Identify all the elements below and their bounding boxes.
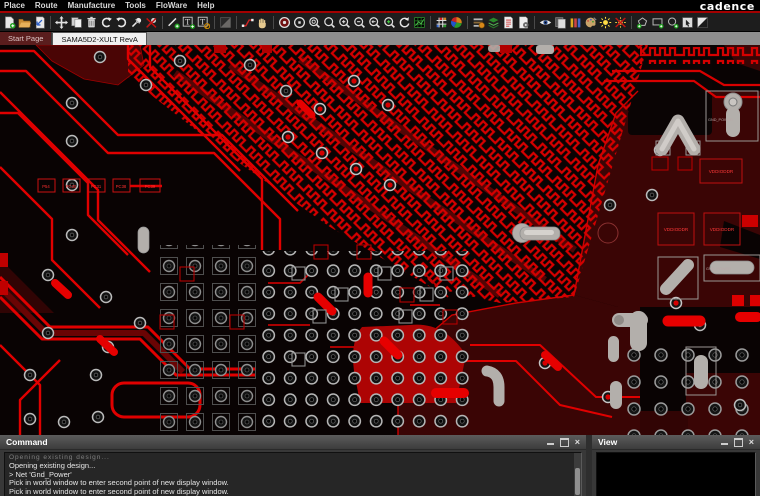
- menu-help[interactable]: Help: [197, 1, 224, 10]
- move-icon[interactable]: [54, 14, 69, 30]
- console-line: Opening existing design...: [9, 462, 577, 470]
- zoom-in-icon[interactable]: [337, 14, 352, 30]
- minimize-icon[interactable]: [721, 443, 728, 445]
- redo-icon[interactable]: [114, 14, 129, 30]
- color-swatch-icon[interactable]: [218, 14, 233, 30]
- save-design-icon[interactable]: [32, 14, 47, 30]
- redraw-icon[interactable]: [397, 14, 412, 30]
- zoom-fit-icon[interactable]: [292, 14, 307, 30]
- cadence-logo: cadence: [700, 0, 755, 13]
- cross-section-icon[interactable]: [471, 14, 486, 30]
- toolbar-separator: [534, 16, 535, 29]
- refdes-label: PC39: [145, 184, 156, 189]
- undo-icon[interactable]: [99, 14, 114, 30]
- color-grid-icon[interactable]: [434, 14, 449, 30]
- view-panel-content[interactable]: [596, 452, 756, 496]
- toolbar-separator: [214, 16, 215, 29]
- pcb-canvas[interactable]: VDDIODDR VDDIODDR VDDIODDR GND_POWER GND…: [0, 45, 760, 435]
- toolbar-separator: [236, 16, 237, 29]
- bottom-dock: Command × Opening existing design... Ope…: [0, 435, 760, 496]
- net-label-vddioddr: VDDIODDR: [664, 227, 689, 232]
- zoom-points-icon[interactable]: [277, 14, 292, 30]
- toolbar-separator: [50, 16, 51, 29]
- zoom-out-icon[interactable]: [352, 14, 367, 30]
- menu-manufacture[interactable]: Manufacture: [68, 1, 126, 10]
- pan-icon[interactable]: [255, 14, 270, 30]
- net-label-gnd-power: GND_POWER: [708, 118, 733, 122]
- edit-text-icon[interactable]: [196, 14, 211, 30]
- color-dialog-icon[interactable]: [449, 14, 464, 30]
- visibility-icon[interactable]: [538, 14, 553, 30]
- main-toolbar: [0, 13, 760, 32]
- scrollbar-thumb[interactable]: [575, 468, 580, 495]
- refdes-label: P54: [42, 184, 50, 189]
- artwork-icon[interactable]: [583, 14, 598, 30]
- toolbar-separator: [162, 16, 163, 29]
- shadow-mode-icon[interactable]: [553, 14, 568, 30]
- close-icon[interactable]: ×: [749, 438, 754, 447]
- highlight-icon[interactable]: [598, 14, 613, 30]
- float-icon[interactable]: [734, 438, 743, 447]
- toolbar-separator: [430, 16, 431, 29]
- refdes-label: PC30: [66, 184, 77, 189]
- color-ruler-icon[interactable]: [568, 14, 583, 30]
- net-label-gnd-power: GND_POWER: [706, 267, 731, 271]
- delete-icon[interactable]: [84, 14, 99, 30]
- toolbar-separator: [273, 16, 274, 29]
- zoom-mag-icon[interactable]: [322, 14, 337, 30]
- design-canvas-container: VDDIODDR VDDIODDR VDDIODDR GND_POWER GND…: [0, 45, 760, 435]
- tab-design[interactable]: SAMA5D2-XULT RevA: [52, 32, 146, 45]
- tab-start-page[interactable]: Start Page: [0, 32, 52, 45]
- select-window-icon[interactable]: [680, 14, 695, 30]
- command-panel: Command × Opening existing design... Ope…: [0, 435, 586, 496]
- unpin-icon[interactable]: [144, 14, 159, 30]
- refdes-label: PC38: [116, 184, 127, 189]
- copy-icon[interactable]: [69, 14, 84, 30]
- command-console[interactable]: Opening existing design... Opening exist…: [4, 452, 582, 496]
- command-panel-titlebar[interactable]: Command ×: [0, 435, 586, 450]
- minimize-icon[interactable]: [547, 443, 554, 445]
- net-label-vddioddr: VDDIODDR: [709, 169, 734, 174]
- console-line: Opening existing design...: [9, 454, 577, 462]
- new-design-icon[interactable]: [2, 14, 17, 30]
- reports-icon[interactable]: [501, 14, 516, 30]
- shape-polygon-icon[interactable]: [635, 14, 650, 30]
- refdes-label: PC31: [91, 184, 102, 189]
- menu-tools[interactable]: Tools: [125, 1, 156, 10]
- shape-rectangular-icon[interactable]: [650, 14, 665, 30]
- command-panel-title: Command: [6, 437, 48, 447]
- menu-place[interactable]: Place: [4, 1, 35, 10]
- slide-icon[interactable]: [240, 14, 255, 30]
- close-icon[interactable]: ×: [575, 438, 580, 447]
- add-text-icon[interactable]: [181, 14, 196, 30]
- shape-circular-icon[interactable]: [665, 14, 680, 30]
- pin-icon[interactable]: [129, 14, 144, 30]
- toolbar-separator: [631, 16, 632, 29]
- command-scrollbar[interactable]: [573, 453, 581, 496]
- net-label-vddioddr: VDDIODDR: [710, 227, 735, 232]
- menu-bar: Place Route Manufacture Tools FloWare He…: [0, 0, 760, 11]
- menu-route[interactable]: Route: [35, 1, 68, 10]
- view-panel-titlebar[interactable]: View ×: [592, 435, 760, 450]
- view-panel-title: View: [598, 437, 617, 447]
- dehighlight-icon[interactable]: [613, 14, 628, 30]
- float-icon[interactable]: [560, 438, 569, 447]
- zoom-world-icon[interactable]: [307, 14, 322, 30]
- add-line-icon[interactable]: [166, 14, 181, 30]
- 3d-canvas-icon[interactable]: [412, 14, 427, 30]
- menu-floware[interactable]: FloWare: [156, 1, 197, 10]
- zoom-selection-icon[interactable]: [382, 14, 397, 30]
- toolbar-separator: [467, 16, 468, 29]
- open-design-icon[interactable]: [17, 14, 32, 30]
- contrast-icon[interactable]: [695, 14, 710, 30]
- view-panel: View ×: [592, 435, 760, 496]
- zoom-previous-icon[interactable]: [367, 14, 382, 30]
- properties-icon[interactable]: [516, 14, 531, 30]
- layer-list-icon[interactable]: [486, 14, 501, 30]
- document-tabbar: Start Page SAMA5D2-XULT RevA: [0, 32, 760, 45]
